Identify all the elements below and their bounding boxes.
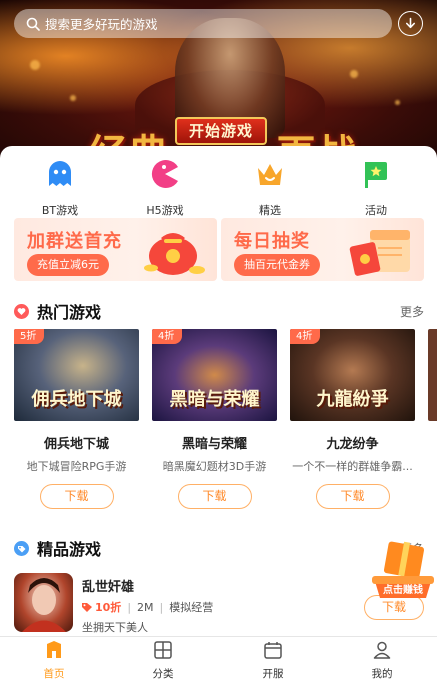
game-name: 佣兵地下城	[43, 437, 109, 452]
promo-row: 加群送首充 充值立减6元 每日抽奖 抽百元代金券	[14, 218, 424, 282]
promo-title: 每日抽奖	[234, 231, 310, 252]
banner-ember	[30, 60, 40, 70]
more-link[interactable]: 更多	[400, 303, 424, 320]
boutique-header: 精品游戏 更多	[14, 536, 424, 560]
promo-title: 加群送首充	[27, 231, 122, 252]
game-card[interactable]: 黑暗与荣耀 4折 黑暗与荣耀 暗黑魔幻题材3D手游 下载	[152, 329, 277, 509]
download-button[interactable]: 下载	[177, 484, 252, 509]
promo-button[interactable]: 抽百元代金券	[234, 254, 320, 276]
boutique-game-item[interactable]: 乱世奸雄 10折 | 2M | 模拟经营 坐拥天下美人 下载	[14, 573, 424, 636]
calendar-icon	[264, 642, 282, 659]
home-icon	[47, 641, 61, 658]
nav-label: 分类	[152, 668, 174, 679]
flag-star-icon	[365, 162, 387, 188]
download-button[interactable]: 下载	[39, 484, 114, 509]
game-cover: 佣兵地下城 5折	[14, 329, 139, 421]
grid-icon	[154, 641, 172, 659]
start-game-button[interactable]: 开始游戏	[175, 117, 267, 145]
category-label: 精选	[259, 204, 281, 217]
discount-badge: 4折	[152, 329, 183, 344]
nav-categories[interactable]: 分类	[133, 640, 193, 679]
banner-ember	[350, 70, 358, 78]
search-icon	[26, 17, 40, 31]
pacman-icon	[151, 160, 178, 188]
user-icon	[373, 641, 391, 659]
search-placeholder: 搜索更多好玩的游戏	[45, 17, 158, 32]
category-label: BT游戏	[41, 204, 79, 217]
download-button[interactable]: 下载	[315, 484, 390, 509]
game-description: 一个不一样的群雄争霸...	[292, 460, 413, 473]
hot-games-header: 热门游戏 更多	[14, 299, 424, 323]
game-cover: 九龍紛爭 4折	[290, 329, 415, 421]
game-meta: 10折 | 2M | 模拟经营	[82, 599, 213, 615]
category-label: 活动	[365, 204, 387, 217]
discount-tag-icon	[82, 603, 92, 612]
search-bar[interactable]: 搜索更多好玩的游戏	[14, 9, 392, 38]
game-tagline: 坐拥天下美人	[82, 621, 148, 634]
game-description: 暗黑魔幻题材3D手游	[162, 460, 267, 473]
game-name: 黑暗与荣耀	[181, 437, 247, 452]
game-cover-art	[22, 578, 66, 632]
game-name: 九龙纷争	[326, 437, 379, 452]
category-featured[interactable]: 精选	[235, 158, 305, 218]
game-name: 乱世奸雄	[82, 580, 135, 595]
heart-icon	[14, 303, 29, 319]
game-cover	[14, 573, 73, 632]
download-icon	[405, 17, 415, 29]
ghost-icon	[49, 161, 71, 186]
hot-games-list: 佣兵地下城 5折 佣兵地下城 地下城冒险RPG手游 下载 黑暗与荣耀 4折 黑暗…	[14, 329, 437, 509]
category-bt-games[interactable]: BT游戏	[25, 158, 95, 218]
game-cover	[428, 329, 437, 421]
banner-ember	[70, 95, 76, 101]
game-cover-title: 九龍紛爭	[316, 389, 389, 410]
promo-join-group[interactable]: 加群送首充 充值立减6元	[14, 218, 217, 281]
nav-label: 开服	[262, 668, 284, 679]
discount-badge: 4折	[290, 329, 321, 344]
game-cover-title: 黑暗与荣耀	[169, 389, 260, 410]
nav-server-open[interactable]: 开服	[243, 640, 303, 679]
game-description: 地下城冒险RPG手游	[26, 460, 127, 473]
promo-button[interactable]: 充值立减6元	[27, 254, 109, 276]
nav-home[interactable]: 首页	[24, 640, 84, 679]
crown-icon	[258, 164, 282, 185]
game-size: 2M	[137, 600, 154, 614]
category-row: BT游戏 H5游戏 精选 活动	[0, 158, 437, 218]
section-title: 热门游戏	[37, 303, 102, 322]
nav-profile[interactable]: 我的	[352, 640, 412, 679]
download-button[interactable]	[398, 11, 423, 36]
nav-label: 首页	[43, 668, 65, 679]
category-h5-games[interactable]: H5游戏	[130, 158, 200, 218]
calendar-coupon-icon	[349, 230, 410, 276]
banner-ember	[395, 100, 400, 105]
promo-daily-lottery[interactable]: 每日抽奖 抽百元代金券	[221, 218, 424, 281]
game-card[interactable]: 九龍紛爭 4折 九龙纷争 一个不一样的群雄争霸... 下载	[290, 329, 415, 509]
earn-money-label: 点击赚钱	[383, 585, 423, 596]
tag-icon	[14, 540, 29, 556]
game-genre: 模拟经营	[169, 601, 214, 614]
earn-money-float-button[interactable]: 点击赚钱	[368, 540, 437, 602]
money-bag-icon	[144, 233, 205, 275]
discount-text: 10折	[95, 601, 122, 614]
separator: |	[127, 600, 132, 614]
category-events[interactable]: 活动	[341, 158, 411, 218]
section-title: 精品游戏	[37, 540, 102, 559]
nav-label: 我的	[371, 668, 393, 679]
game-cover: 黑暗与荣耀 4折	[152, 329, 277, 421]
game-card[interactable]: 佣兵地下城 5折 佣兵地下城 地下城冒险RPG手游 下载	[14, 329, 139, 509]
bottom-navigation: 首页 分类 开服 我的	[0, 636, 437, 679]
game-card-partial[interactable]	[428, 329, 437, 509]
category-label: H5游戏	[146, 204, 184, 217]
discount-badge: 5折	[14, 329, 45, 344]
separator: |	[159, 600, 164, 614]
game-cover-title: 佣兵地下城	[31, 389, 122, 410]
